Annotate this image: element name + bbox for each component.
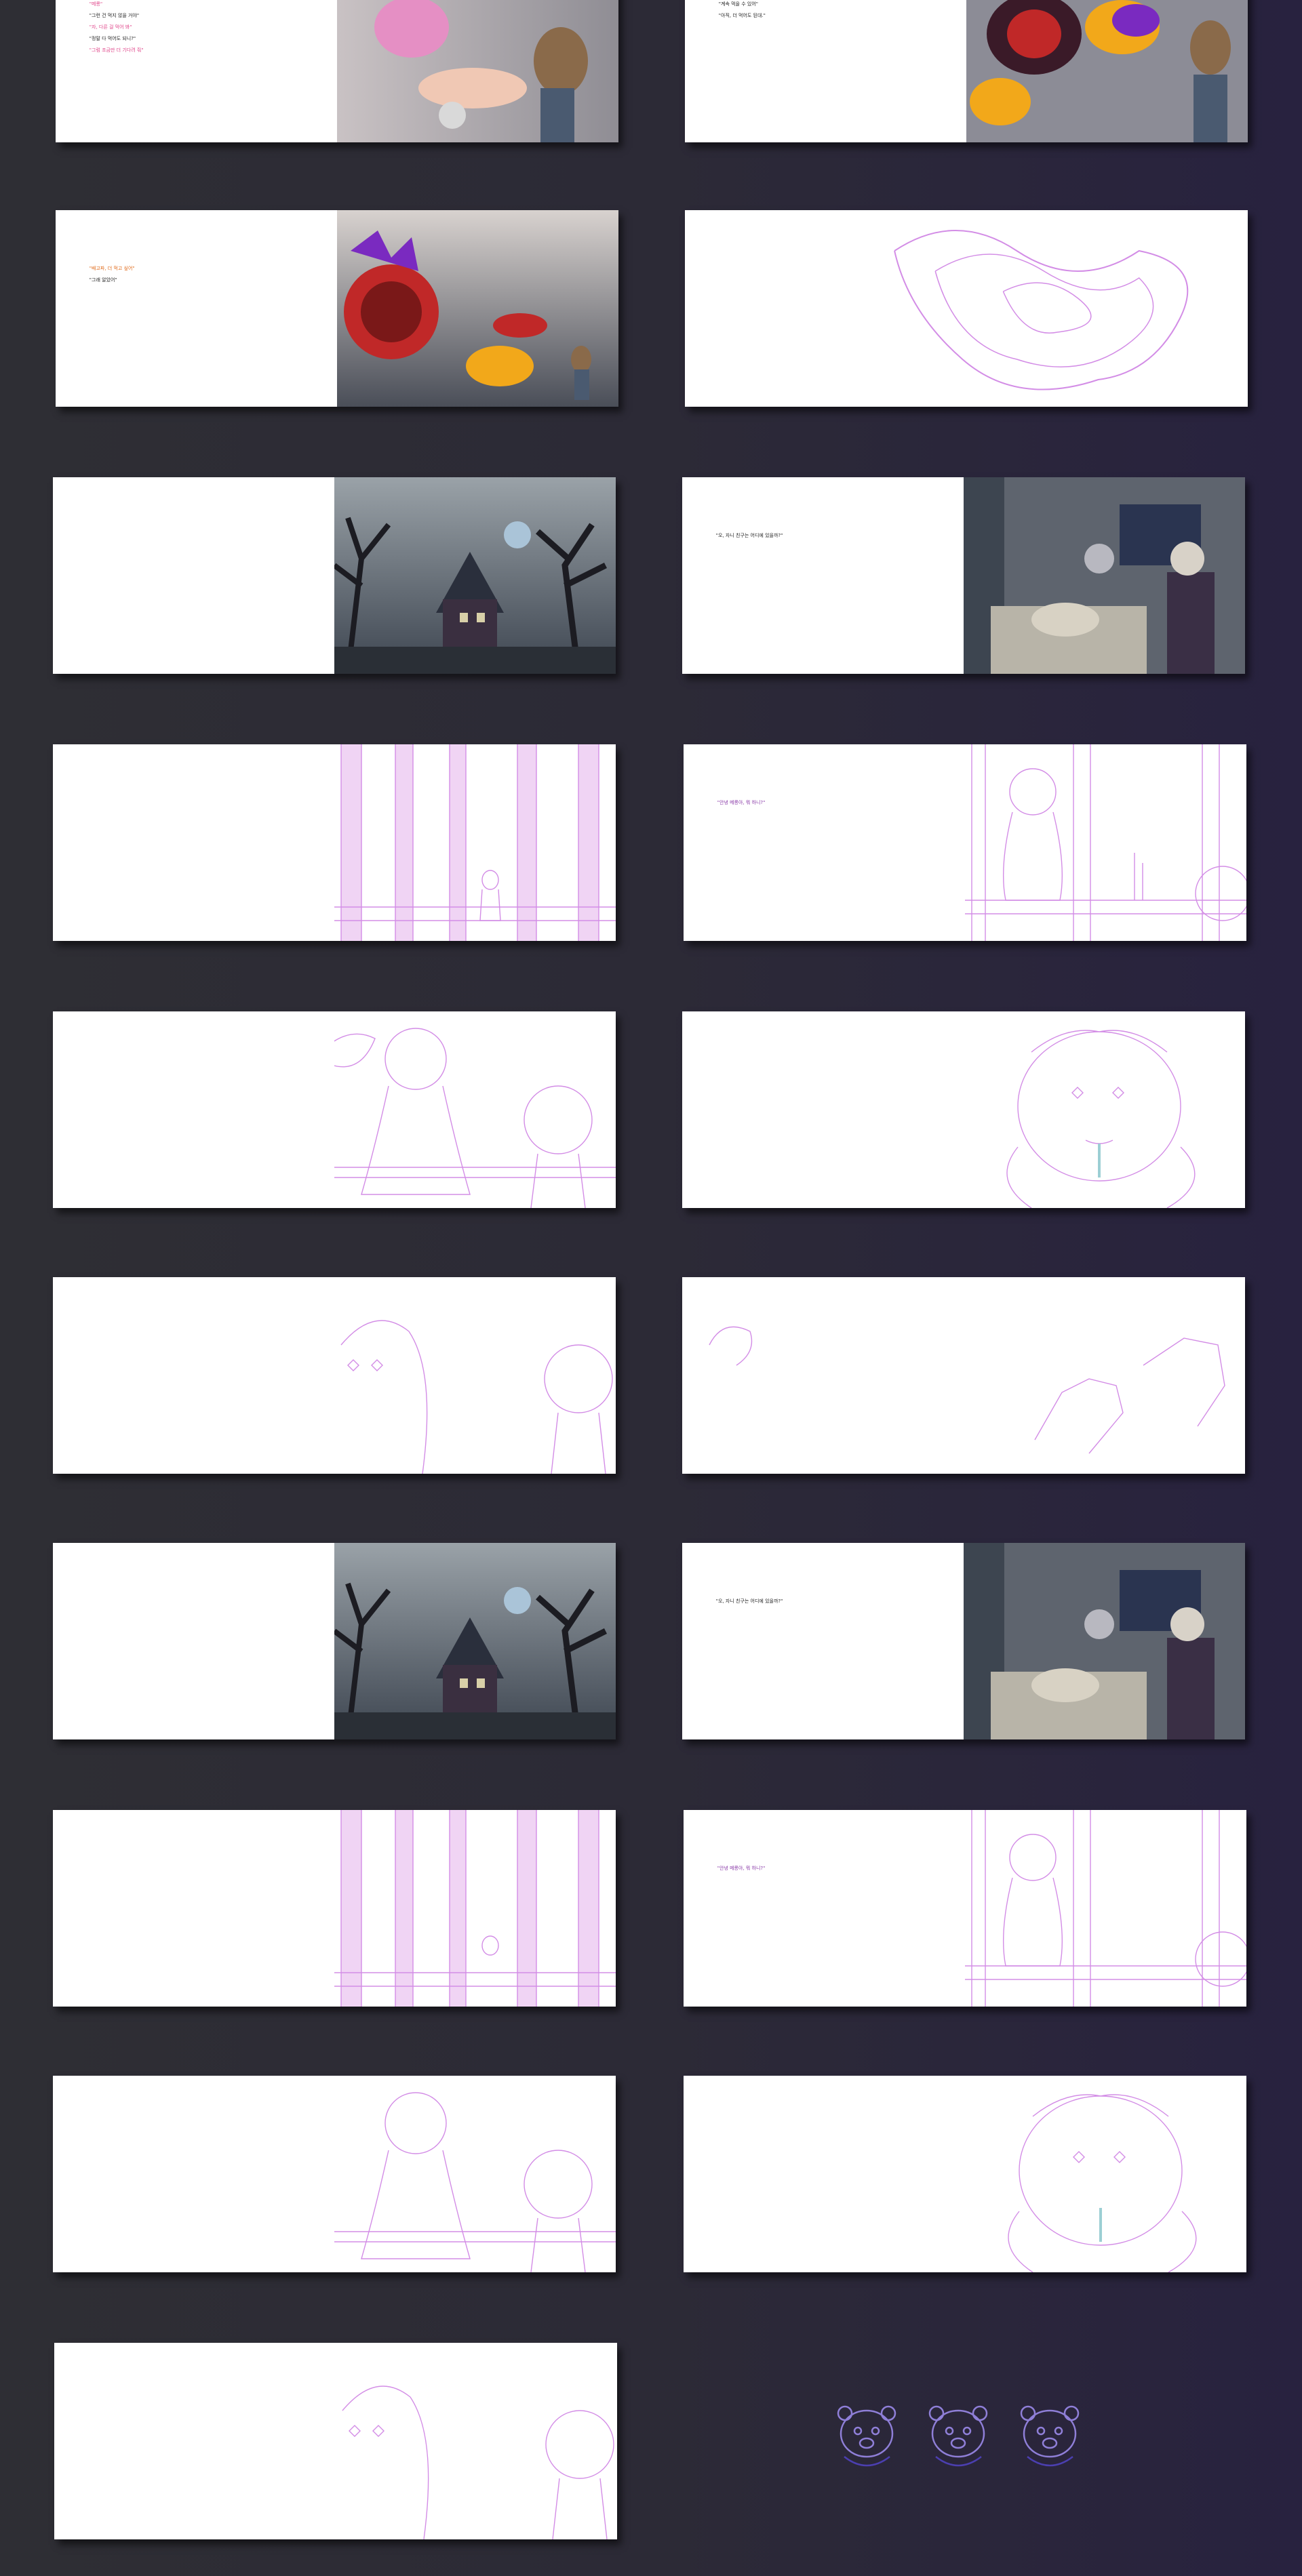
spread-text: "메롱" "그런 건 먹지 않을 거야" "자, 다른 걸 먹어 봐" "정말 다 먹… <box>90 1 303 58</box>
bear-sticker-icon <box>1020 2405 1080 2467</box>
illustration-girl-and-friend-sketch <box>334 2076 616 2272</box>
spread-text: "안녕 메롱아, 뭐 하니?" <box>717 1865 931 1876</box>
book-spread-5 <box>53 477 616 674</box>
story-line: "그런 건 먹지 않을 거야" <box>89 13 140 19</box>
spread-text <box>87 2131 300 2135</box>
spread-text <box>87 799 300 803</box>
illustration-forest-sketch <box>334 744 616 941</box>
story-line: "정말 다 먹어도 되니?" <box>89 36 136 42</box>
illustration-hands-sketch <box>682 1277 1245 1474</box>
illustration-swirl-sketch <box>854 210 1248 407</box>
illustration-monster-reaching <box>337 210 618 407</box>
illustration-monsters <box>966 0 1248 142</box>
spread-text: "배고파, 더 먹고 싶어" "그래 알았어" <box>90 265 303 288</box>
illustration-bedroom-night <box>964 1543 1245 1739</box>
book-spread-18 <box>684 2076 1246 2272</box>
spread-text <box>149 1630 362 1634</box>
spread-text <box>149 564 362 568</box>
spread-text <box>88 2374 302 2378</box>
story-line: "메롱" <box>89 1 103 7</box>
illustration-girl-side-sketch <box>336 2343 617 2539</box>
book-spread-14: "오, 자니 친구는 어디에 있을까?" <box>682 1543 1245 1739</box>
story-line: "그래 알았어" <box>89 277 117 283</box>
story-line: "그럼 조금만 더 기다려 줘" <box>89 47 144 54</box>
story-line: "안녕 메롱아, 뭐 하니?" <box>717 800 766 806</box>
bear-sticker-icon <box>837 2405 896 2467</box>
book-spread-17 <box>53 2076 616 2272</box>
story-line: "오, 자니 친구는 어디에 있을까?" <box>715 533 783 539</box>
book-spread-15 <box>53 1810 616 2007</box>
illustration-forest-sketch <box>334 1810 616 2007</box>
book-spread-13 <box>53 1543 616 1739</box>
book-spread-19 <box>54 2343 617 2539</box>
illustration-girl-sketch <box>965 744 1246 941</box>
illustration-bedroom-night <box>964 477 1245 674</box>
illustration-girl-closeup-sketch <box>965 2076 1246 2272</box>
story-line: "배고파, 더 먹고 싶어" <box>89 266 135 272</box>
story-line: "계속 먹을 수 있어" <box>718 1 758 7</box>
book-spread-8: "안녕 메롱아, 뭐 하니?" <box>684 744 1246 941</box>
illustration-girl-closeup-sketch <box>964 1011 1245 1208</box>
spread-text: "오, 자니 친구는 어디에 있을까?" <box>716 532 930 544</box>
spread-text: "안녕 메롱아, 뭐 하니?" <box>717 799 931 811</box>
spread-text: "계속 먹을 수 있어" "아직, 더 먹어도 된대." <box>719 1 932 24</box>
story-line: "아직, 더 먹어도 된대." <box>718 13 766 19</box>
book-spread-12 <box>682 1277 1245 1474</box>
story-line: "오, 자니 친구는 어디에 있을까?" <box>715 1598 783 1605</box>
book-spread-16: "안녕 메롱아, 뭐 하니?" <box>684 1810 1246 2007</box>
book-spread-1: "메롱" "그런 건 먹지 않을 거야" "자, 다른 걸 먹어 봐" "정말 다 먹… <box>56 0 618 142</box>
spread-text <box>87 1308 300 1312</box>
book-spread-9 <box>53 1011 616 1208</box>
spread-text <box>717 2150 931 2154</box>
spread-text: "오, 자니 친구는 어디에 있을까?" <box>716 1598 930 1609</box>
book-spread-7 <box>53 744 616 941</box>
story-line: "안녕 메롱아, 뭐 하니?" <box>717 1866 766 1872</box>
bear-stickers <box>834 2400 1105 2481</box>
spread-text <box>87 1865 300 1869</box>
story-line: "자, 다른 걸 먹어 봐" <box>89 24 132 31</box>
book-spread-6: "오, 자니 친구는 어디에 있을까?" <box>682 477 1245 674</box>
bear-sticker-icon <box>928 2405 988 2467</box>
book-spread-4 <box>685 210 1248 407</box>
illustration-haunted-house <box>334 1543 616 1739</box>
book-spread-11 <box>53 1277 616 1474</box>
illustration-hands-and-sweets <box>337 0 618 142</box>
illustration-girl-sketch <box>965 1810 1246 2007</box>
illustration-girl-side-sketch <box>334 1277 616 1474</box>
book-spread-2: "계속 먹을 수 있어" "아직, 더 먹어도 된대." <box>685 0 1248 142</box>
spread-text <box>87 1066 300 1070</box>
book-spread-10 <box>682 1011 1245 1208</box>
illustration-girl-and-friend-sketch <box>334 1011 616 1208</box>
book-spread-3: "배고파, 더 먹고 싶어" "그래 알았어" <box>56 210 618 407</box>
spread-text <box>716 1086 930 1090</box>
illustration-haunted-house <box>334 477 616 674</box>
